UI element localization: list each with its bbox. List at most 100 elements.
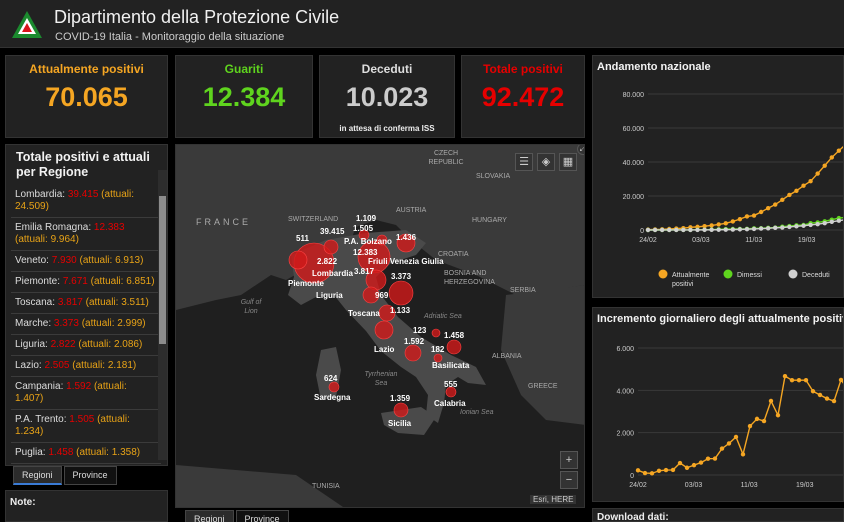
map-value-bolzano: 1.109 — [356, 214, 377, 223]
legend-label: positivi — [672, 281, 694, 288]
data-point — [649, 471, 655, 476]
region-name: Lazio: — [15, 360, 45, 371]
legend-marker — [658, 269, 668, 279]
x-tick-label: 11/03 — [741, 482, 758, 489]
data-point — [765, 226, 771, 231]
region-attuali: (attuali: 1.358) — [73, 447, 141, 458]
data-point — [667, 227, 672, 233]
region-name: Puglia: — [15, 447, 49, 458]
map-region-piemonte: Piemonte — [288, 279, 325, 288]
data-point — [674, 227, 679, 233]
region-attuali: (attuali: 6.913) — [76, 255, 144, 266]
data-point — [751, 226, 757, 232]
y-tick-label: 60.000 — [623, 126, 645, 133]
tab-map-regioni[interactable]: Regioni — [185, 510, 234, 522]
stat-label: Deceduti — [361, 62, 413, 76]
italy-map[interactable] — [176, 145, 585, 508]
x-tick-label: 03/03 — [692, 237, 710, 244]
zoom-in-button[interactable]: + — [560, 451, 578, 469]
map-panel[interactable]: FRANCE SWITZERLAND AUSTRIA CZECH REPUBLI… — [175, 144, 585, 508]
map-region-toscana: Toscana — [348, 309, 380, 318]
data-point — [836, 148, 842, 153]
layers-icon[interactable]: ◈ — [537, 153, 555, 171]
y-tick-label: 0 — [640, 228, 644, 235]
stat-deceduti: Deceduti 10.023 in attesa di conferma IS… — [319, 55, 455, 138]
scroll-thumb[interactable] — [159, 196, 166, 344]
region-list: Lombardia: 39.415 (attuali: 24.509) Emili… — [11, 185, 161, 465]
data-point — [773, 225, 778, 231]
data-point — [663, 467, 669, 473]
stat-label: Totale positivi — [483, 62, 563, 76]
stat-value: 12.384 — [202, 82, 286, 112]
tab-province[interactable]: Province — [63, 466, 117, 485]
expand-icon[interactable]: ⤢ — [577, 145, 584, 155]
map-region-lazio: Lazio — [374, 345, 395, 354]
stat-guariti: Guariti 12.384 — [175, 55, 313, 138]
map-value-sicilia: 1.359 — [390, 394, 411, 403]
table-row[interactable]: Campania: 1.592 (attuali: 1.407) — [11, 377, 161, 410]
data-point — [758, 209, 764, 215]
map-attribution: Esri, HERE — [530, 495, 577, 504]
table-row[interactable]: Emilia Romagna: 12.383 (attuali: 9.964) — [11, 218, 161, 251]
region-total: 3.373 — [53, 318, 79, 329]
data-point — [726, 441, 732, 446]
table-row[interactable]: Piemonte: 7.671 (attuali: 6.851) — [11, 272, 161, 293]
data-point — [691, 462, 697, 468]
table-row[interactable]: Lazio: 2.505 (attuali: 2.181) — [11, 356, 161, 377]
stat-label: Guariti — [224, 62, 264, 76]
region-name: Piemonte: — [15, 276, 63, 287]
table-row[interactable]: Veneto: 7.930 (attuali: 6.913) — [11, 251, 161, 272]
map-region-sardegna: Sardegna — [314, 393, 351, 402]
region-list-scrollbar[interactable] — [158, 170, 167, 460]
data-point — [645, 227, 651, 233]
data-point — [744, 227, 750, 232]
table-row[interactable]: Lombardia: 39.415 (attuali: 24.509) — [11, 185, 161, 218]
region-total: 3.817 — [57, 297, 83, 308]
data-point — [765, 205, 771, 211]
tab-map-province[interactable]: Province — [235, 510, 289, 522]
data-point — [737, 227, 743, 232]
map-value-piemonte: 511 — [296, 234, 309, 243]
map-value-lombardia: 39.415 — [320, 227, 345, 236]
region-total: 1.458 — [48, 447, 74, 458]
region-total: 12.383 — [93, 222, 125, 233]
table-row[interactable]: Puglia: 1.458 (attuali: 1.358) — [11, 443, 161, 464]
chart-incremento[interactable]: 02.0004.0006.00024/0203/0311/0319/032 — [593, 308, 844, 502]
map-value-sardegna: 624 — [324, 374, 338, 383]
data-point — [695, 227, 700, 233]
region-attuali: (attuali: 3.511) — [82, 297, 149, 308]
stat-value: 92.472 — [481, 82, 565, 112]
x-tick-label: 24/02 — [639, 237, 657, 244]
data-point — [780, 197, 785, 203]
data-point — [782, 373, 788, 379]
table-row[interactable]: Liguria: 2.822 (attuali: 2.086) — [11, 335, 161, 356]
map-region-liguria: Liguria — [316, 291, 343, 300]
chart-incremento-panel: Incremento giornaliero degli attualmente… — [592, 307, 844, 502]
x-tick-label: 24/02 — [629, 482, 647, 489]
tab-regioni[interactable]: Regioni — [13, 466, 62, 485]
data-point — [656, 468, 662, 473]
regions-panel-title: Totale positivi e attuali per Regione — [16, 150, 150, 179]
country-label-slovakia: SLOVAKIA — [476, 173, 511, 180]
y-tick-label: 0 — [630, 473, 634, 480]
data-point — [780, 225, 785, 230]
sea-label-adriatic: Adriatic Sea — [424, 313, 462, 320]
basemap-grid-icon[interactable]: ▦ — [559, 153, 577, 171]
table-row[interactable]: Marche: 3.373 (attuali: 2.999) — [11, 314, 161, 335]
chart-andamento[interactable]: 0 20.000 40.000 60.000 80.000 24/02 03/03 11/03… — [593, 56, 844, 298]
data-point — [709, 223, 714, 228]
region-attuali: (attuali: 2.999) — [78, 318, 146, 329]
map-value-abruzzo: 1.133 — [390, 306, 411, 315]
region-attuali: (attuali: 2.181) — [69, 360, 137, 371]
map-region-calabria: Calabria — [434, 399, 466, 408]
zoom-out-button[interactable]: − — [560, 471, 578, 489]
download-panel: Download dati: — [592, 508, 844, 522]
legend-list-icon[interactable]: ☰ — [515, 153, 533, 171]
data-point — [787, 192, 792, 198]
region-attuali: (attuali: 2.086) — [75, 339, 143, 350]
region-name: Campania: — [15, 381, 67, 392]
data-point — [808, 178, 813, 184]
table-row[interactable]: Toscana: 3.817 (attuali: 3.511) — [11, 293, 161, 314]
table-row[interactable]: P.A. Trento: 1.505 (attuali: 1.234) — [11, 410, 161, 443]
y-tick-label: 80.000 — [623, 92, 645, 99]
